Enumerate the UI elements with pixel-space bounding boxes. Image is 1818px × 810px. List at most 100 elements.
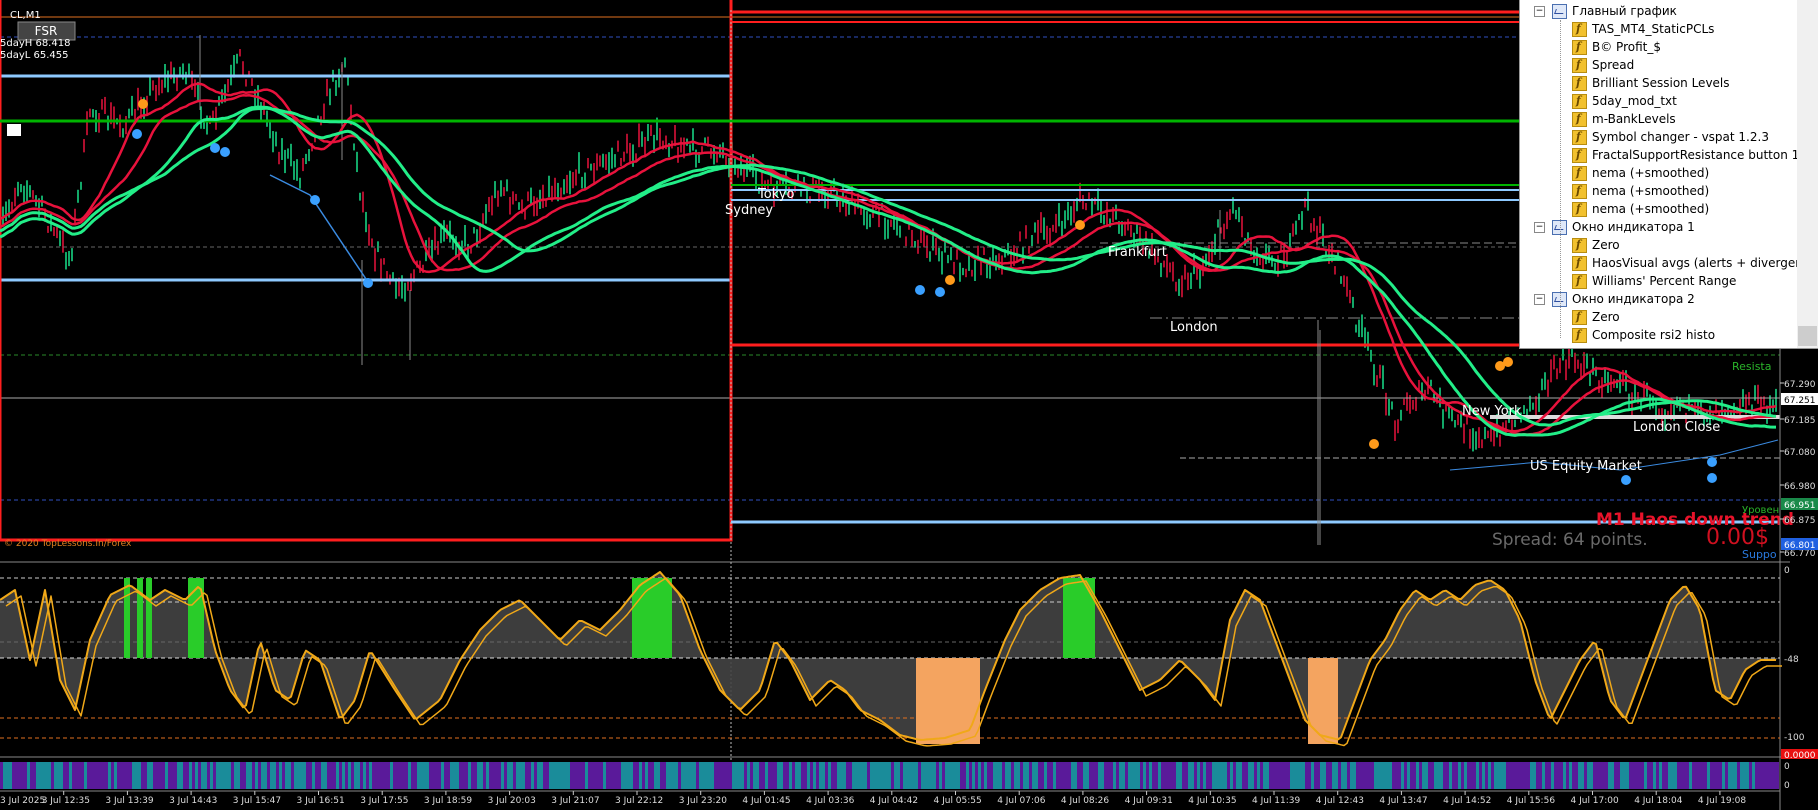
histo-bar — [1230, 762, 1233, 789]
histo-bar — [15, 762, 18, 789]
histo-bar — [768, 762, 771, 789]
histo-bar — [480, 762, 483, 789]
histo-bar — [138, 762, 141, 789]
histo-bar — [483, 762, 486, 789]
histo-bar — [474, 762, 477, 789]
histo-bar — [369, 762, 372, 789]
histo-bar — [1218, 762, 1221, 789]
histo-pane[interactable] — [0, 762, 1779, 789]
oversold-bar — [916, 658, 980, 744]
histo-bar — [309, 762, 312, 789]
histo-bar — [1338, 762, 1341, 789]
histo-bar — [1290, 762, 1293, 789]
histo-bar — [393, 762, 396, 789]
histo-bar — [1137, 762, 1140, 789]
histo-bar — [1263, 762, 1266, 789]
histo-bar — [1659, 762, 1662, 789]
histo-bar — [1110, 762, 1113, 789]
histo-bar — [1632, 762, 1635, 789]
histo-bar — [1005, 762, 1008, 789]
histo-bar — [585, 762, 588, 789]
collapse-toggle-icon[interactable]: − — [1534, 6, 1545, 17]
histo-bar — [786, 762, 789, 789]
histo-bar — [816, 762, 819, 789]
histo-bar — [297, 762, 300, 789]
current-price-badge-text: 67.251 — [1784, 396, 1816, 406]
histo-bar — [915, 762, 918, 789]
histo-bar — [1149, 762, 1152, 789]
histo-bar — [1683, 762, 1686, 789]
histo-bar — [432, 762, 435, 789]
histo-bar — [939, 762, 942, 789]
histo-bar — [1155, 762, 1158, 789]
histo-bar — [1758, 762, 1761, 789]
histo-bar — [843, 762, 846, 789]
tree-indicator-label: m-BankLevels — [1592, 112, 1676, 126]
time-axis-label: 4 Jul 18:04 — [1634, 796, 1683, 806]
histo-bar — [357, 762, 360, 789]
histo-bar — [720, 762, 723, 789]
histo-bar — [1452, 762, 1455, 789]
tree-scrollbar[interactable] — [1797, 0, 1818, 348]
oscillator-axis-top: 0 — [1784, 566, 1790, 576]
price-axis-label: 67.185 — [1784, 416, 1816, 426]
collapse-toggle-icon[interactable]: − — [1534, 294, 1545, 305]
histo-bar — [1239, 762, 1242, 789]
histo-bar — [1197, 762, 1200, 789]
tree-window-label: Окно индикатора 1 — [1572, 220, 1695, 234]
tree-window-label: Окно индикатора 2 — [1572, 292, 1695, 306]
histo-bar — [576, 762, 579, 789]
histo-bar — [876, 762, 879, 789]
histo-bar — [1419, 762, 1422, 789]
histo-bar — [1638, 762, 1641, 789]
histo-bar — [1497, 762, 1500, 789]
histo-bar — [1020, 762, 1023, 789]
tree-indicator-label: B© Profit_$ — [1592, 40, 1661, 54]
histo-bar — [1761, 762, 1764, 789]
histo-bar — [564, 762, 567, 789]
indicator-tree-panel[interactable]: − Главный график TAS_MT4_StaticPCLs B© Prof… — [1519, 0, 1818, 349]
histo-bar — [744, 762, 747, 789]
histo-bar — [1317, 762, 1320, 789]
histo-bar — [384, 762, 387, 789]
collapse-toggle-icon[interactable]: − — [1534, 222, 1545, 233]
session-label-frankfurt: Frankfurt — [1108, 245, 1167, 260]
white-marker — [7, 124, 21, 136]
histo-bar — [1698, 762, 1701, 789]
histo-bar — [3, 762, 6, 789]
histo-bar — [1257, 762, 1260, 789]
histo-bar — [408, 762, 411, 789]
indicator-function-icon — [1572, 254, 1587, 272]
tree-scrollbar-thumb[interactable] — [1798, 326, 1817, 346]
histo-bar — [420, 762, 423, 789]
histo-bar — [69, 762, 72, 789]
histo-bar — [597, 762, 600, 789]
histo-bar — [1578, 762, 1581, 789]
blue-price-badge-text: 66.801 — [1784, 541, 1816, 551]
histo-bar — [675, 762, 678, 789]
histo-bar — [1413, 762, 1416, 789]
histo-bar — [1560, 762, 1563, 789]
tree-indicator-label: Spread — [1592, 58, 1635, 72]
histo-bar — [300, 762, 303, 789]
histo-bar — [1275, 762, 1278, 789]
indicator-window-icon — [1552, 4, 1567, 19]
histo-bar — [441, 762, 444, 789]
histo-bar — [147, 762, 150, 789]
histo-bar — [1272, 762, 1275, 789]
histo-bar — [1506, 762, 1509, 789]
histo-bar — [858, 762, 861, 789]
histo-bar — [1116, 762, 1119, 789]
histo-bar — [477, 762, 480, 789]
histo-bar — [1347, 762, 1350, 789]
histo-bar — [183, 762, 186, 789]
histo-bar — [108, 762, 111, 789]
histo-bar — [807, 762, 810, 789]
histo-bar — [342, 762, 345, 789]
histo-bar — [738, 762, 741, 789]
tree-indicator-label: Zero — [1592, 238, 1620, 252]
tree-window-node[interactable]: − Главный график — [1520, 2, 1798, 20]
overbought-bar — [632, 578, 672, 658]
overbought-bar — [146, 578, 152, 658]
tree-indicator-label: 5day_mod_txt — [1592, 94, 1677, 108]
